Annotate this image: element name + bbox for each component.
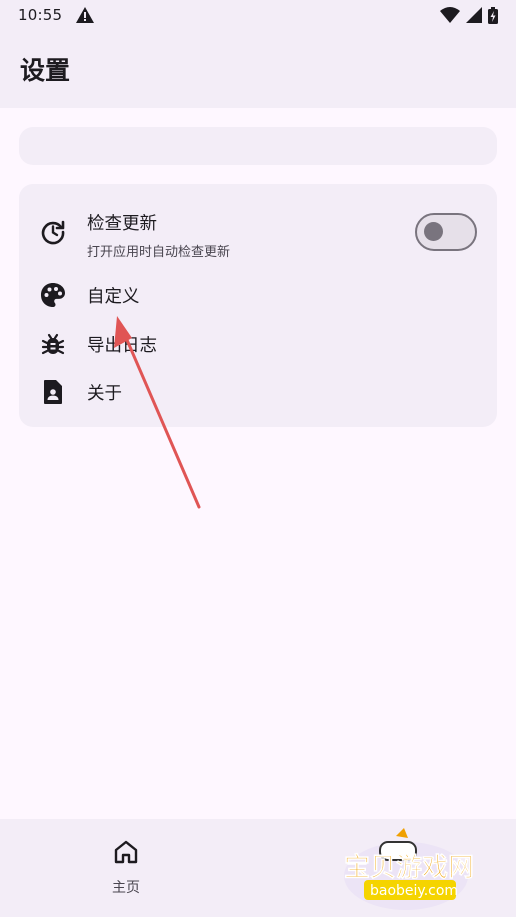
watermark-title: 宝贝游戏网 <box>344 852 474 883</box>
nav-label-home: 主页 <box>112 880 140 896</box>
alert-triangle-icon <box>76 7 95 23</box>
empty-card <box>19 127 497 165</box>
settings-card: 检查更新 打开应用时自动检查更新 自定义 导出日志 关于 <box>19 184 497 427</box>
wifi-icon <box>440 7 460 23</box>
setting-export-logs[interactable]: 导出日志 <box>19 325 497 363</box>
home-icon <box>114 840 138 864</box>
signal-icon <box>466 7 482 23</box>
watermark-url: baobeiy.com <box>370 883 458 899</box>
page-title: 设置 <box>20 56 71 85</box>
setting-title-customize: 自定义 <box>87 287 140 307</box>
setting-check-update[interactable]: 检查更新 打开应用时自动检查更新 <box>19 202 497 262</box>
setting-about[interactable]: 关于 <box>19 373 497 411</box>
update-history-icon <box>39 218 67 246</box>
battery-charging-icon <box>488 6 498 24</box>
setting-title-check-update: 检查更新 <box>87 214 157 234</box>
document-person-icon <box>39 378 67 406</box>
setting-subtitle-check-update: 打开应用时自动检查更新 <box>87 245 231 260</box>
status-time: 10:55 <box>18 6 63 24</box>
nav-item-home[interactable]: 主页 <box>86 839 166 899</box>
bug-icon <box>39 330 67 358</box>
auto-update-switch[interactable] <box>415 213 477 251</box>
switch-thumb <box>424 222 443 241</box>
setting-title-export-logs: 导出日志 <box>87 336 157 356</box>
top-app-bar: 设置 <box>0 30 516 108</box>
watermark: 宝贝游戏网 baobeiy.com <box>336 826 486 914</box>
setting-customize[interactable]: 自定义 <box>19 276 497 314</box>
palette-icon <box>39 281 67 309</box>
status-bar: 10:55 <box>0 0 516 30</box>
setting-title-about: 关于 <box>87 384 122 404</box>
